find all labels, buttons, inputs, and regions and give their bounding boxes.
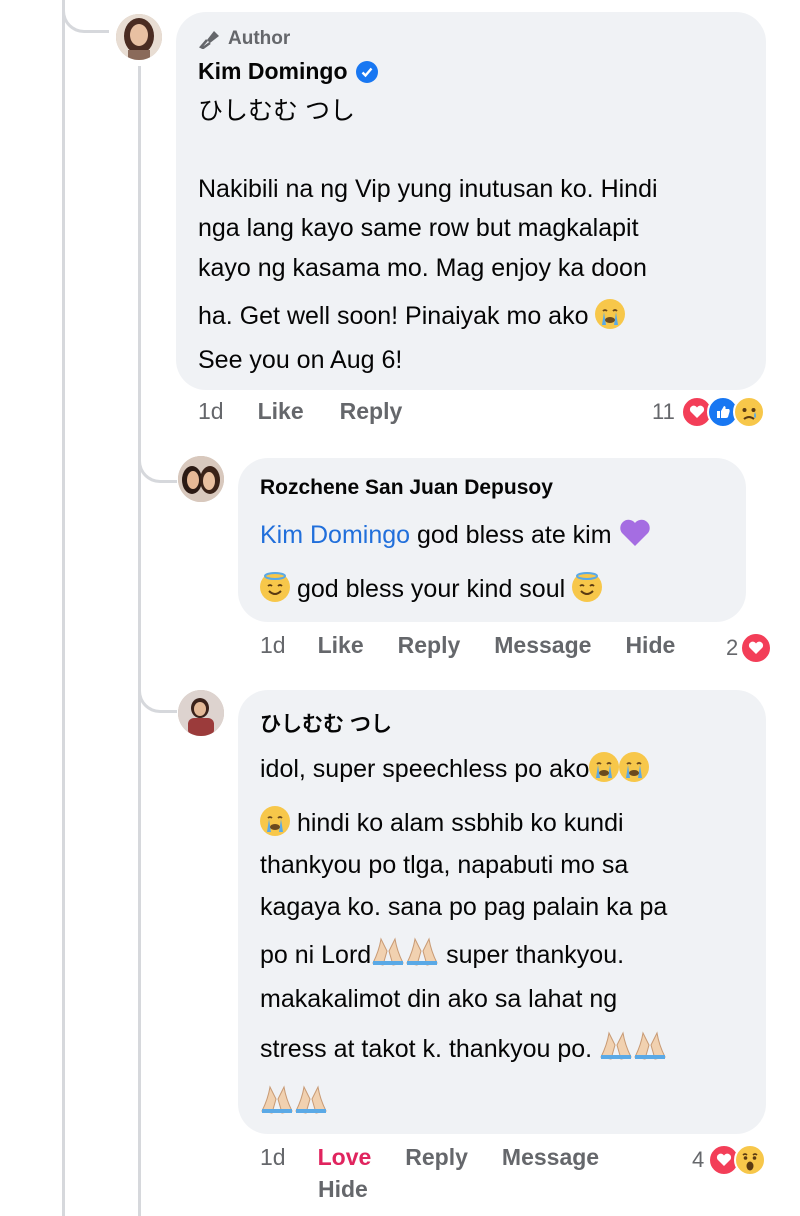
reply2-reactions[interactable]: 4 (692, 1144, 767, 1176)
reply1-line-2: god bless your kind soul (260, 566, 603, 612)
main-comment-line-4: ha. Get well soon! Pinaiyak mo ako (198, 302, 589, 330)
reply1-line-1-text: god bless ate kim (410, 521, 612, 549)
thread-curve-reply2 (138, 670, 177, 713)
author-badge: Author (198, 28, 290, 50)
thread-line-outer (62, 0, 65, 1216)
reaction-count[interactable]: 11 (652, 399, 675, 425)
reply2-line-2: hindi ko alam ssbhib ko kundi (260, 800, 624, 846)
reply2-line-6: makakalimot din ako sa lahat ng (260, 985, 618, 1013)
reply2-line-5b-text: super thankyou. (439, 941, 625, 969)
thread-line-inner (138, 66, 141, 1216)
reply1-reactions[interactable]: 2 (726, 632, 773, 664)
reply1-line-2-text: god bless your kind soul (290, 575, 573, 603)
crying-face-icon (589, 752, 620, 782)
halo-smile-icon (572, 572, 603, 602)
like-button[interactable]: Like (258, 398, 304, 425)
crying-face-icon (595, 299, 626, 329)
avatar-rozchene[interactable] (178, 456, 224, 502)
sad-icon (732, 396, 765, 428)
main-comment-line-4-wrap: ha. Get well soon! Pinaiyak mo ako (198, 293, 626, 339)
main-comment-line-5: See you on Aug 6! (198, 346, 403, 374)
reply2-actions: 1d Love Reply Message (260, 1144, 599, 1171)
author-name-text[interactable]: Kim Domingo (198, 58, 348, 85)
reply2-line-7-text: stress at takot k. thankyou po. (260, 1035, 600, 1063)
reply1-reply-button[interactable]: Reply (398, 632, 461, 659)
reply1-like-button[interactable]: Like (318, 632, 364, 659)
folded-hands-icon (294, 1084, 328, 1130)
author-badge-label: Author (228, 28, 291, 49)
mention-kim-domingo[interactable]: Kim Domingo (260, 521, 410, 549)
reply2-line-2-text: hindi ko alam ssbhib ko kundi (290, 809, 624, 837)
reply2-author-name[interactable]: ひしむむ つし (260, 708, 392, 738)
thread-curve-top (62, 0, 109, 33)
crying-face-icon (260, 806, 290, 836)
comment-thread: Author Kim Domingo ひしむむ つし Nakibili na n… (0, 0, 800, 1216)
reply2-actions-row2: Hide (318, 1176, 368, 1203)
folded-hands-icon (260, 1084, 294, 1130)
folded-hands-icon (633, 1030, 667, 1076)
reply1-actions: 1d Like Reply Message Hide (260, 632, 675, 659)
reply2-hide-button[interactable]: Hide (318, 1176, 368, 1203)
comment-author-name[interactable]: Kim Domingo (198, 58, 378, 85)
reply2-line-8 (260, 1080, 328, 1130)
reply2-line-5: po ni Lord super thankyou. (260, 932, 624, 982)
folded-hands-icon (599, 1030, 633, 1076)
reply2-line-5-text: po ni Lord (260, 941, 372, 969)
reply2-love-button[interactable]: Love (318, 1144, 372, 1171)
wow-icon (734, 1144, 767, 1176)
main-comment-actions: 1d Like Reply (198, 398, 402, 425)
reply1-line-1: Kim Domingo god bless ate kim (260, 512, 651, 563)
avatar-hishimumu[interactable] (178, 690, 224, 736)
reply2-line-7: stress at takot k. thankyou po. (260, 1026, 667, 1076)
verified-badge-icon (355, 60, 378, 83)
reply-button[interactable]: Reply (340, 398, 403, 425)
avatar-kim-domingo[interactable] (116, 14, 162, 60)
reply2-reaction-count[interactable]: 4 (692, 1147, 704, 1173)
comment-time[interactable]: 1d (198, 398, 224, 425)
reply2-line-1: idol, super speechless po ako (260, 746, 650, 792)
love-icon (740, 632, 773, 664)
crying-face-icon (619, 752, 650, 782)
tagged-user-link[interactable]: ひしむむ つし (198, 88, 355, 134)
reply1-reaction-count[interactable]: 2 (726, 635, 738, 661)
reply1-message-button[interactable]: Message (494, 632, 591, 659)
reply2-line-1-text: idol, super speechless po ako (260, 755, 590, 783)
purple-heart-icon (619, 517, 651, 563)
reply1-hide-button[interactable]: Hide (625, 632, 675, 659)
reply2-line-3: thankyou po tlga, napabuti mo sa (260, 851, 629, 879)
reply2-line-4: kagaya ko. sana po pag palain ka pa (260, 893, 668, 921)
reply2-message-button[interactable]: Message (502, 1144, 599, 1171)
reply2-time[interactable]: 1d (260, 1144, 286, 1171)
thread-curve-reply1 (138, 440, 177, 483)
main-comment-reactions[interactable]: 11 (652, 396, 765, 428)
reply1-author-name[interactable]: Rozchene San Juan Depusoy (260, 476, 553, 500)
reply2-reply-button[interactable]: Reply (405, 1144, 468, 1171)
halo-smile-icon (260, 572, 290, 602)
main-comment-line-3: kayo ng kasama mo. Mag enjoy ka doon (198, 254, 647, 282)
microphone-icon (199, 31, 219, 49)
reply1-time[interactable]: 1d (260, 632, 286, 659)
